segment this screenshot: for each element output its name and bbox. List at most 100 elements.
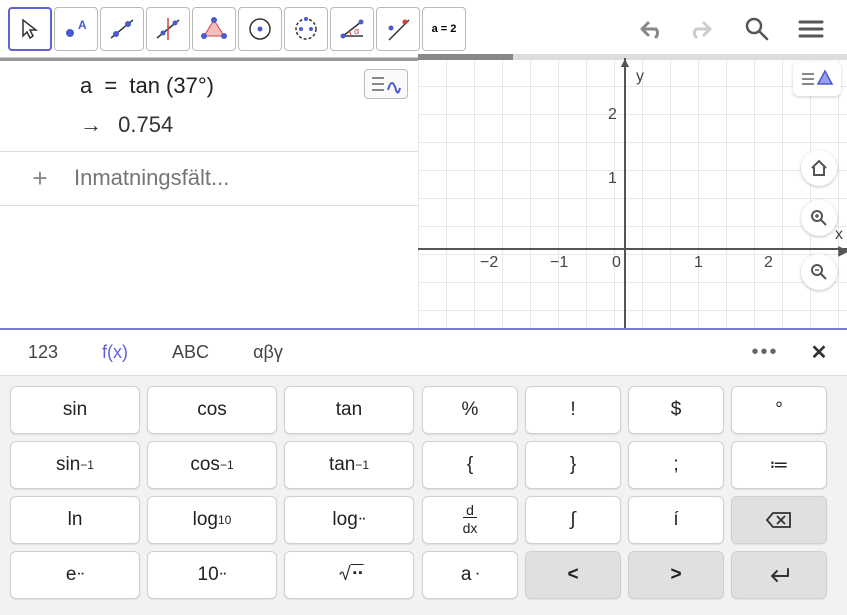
add-item-button[interactable]: + xyxy=(6,163,74,194)
key-iacute[interactable]: í xyxy=(628,496,724,544)
undo-icon xyxy=(634,17,664,41)
tool-reflect[interactable] xyxy=(376,7,420,51)
undo-button[interactable] xyxy=(631,11,667,47)
key-integral[interactable]: ∫ xyxy=(525,496,621,544)
keyboard-close-button[interactable]: ✕ xyxy=(801,335,837,371)
key-factorial[interactable]: ! xyxy=(525,386,621,434)
zoom-in-icon xyxy=(810,209,828,227)
keyboard-tabs: 123 f(x) ABC αβγ ••• ✕ xyxy=(0,330,847,376)
key-atan[interactable]: tan−1 xyxy=(284,441,414,489)
key-10pow[interactable]: 10⠒ xyxy=(147,551,277,599)
key-assign[interactable]: ≔ xyxy=(731,441,827,489)
algebra-input[interactable] xyxy=(74,165,412,191)
tool-slider[interactable]: a = 2 xyxy=(422,7,466,51)
tool-move[interactable] xyxy=(8,7,52,51)
tab-abc[interactable]: ABC xyxy=(154,334,227,371)
tab-greek[interactable]: αβγ xyxy=(235,334,301,371)
algebra-view: a = tan (37°) → 0.754 + xyxy=(0,58,418,328)
keyboard-functions: sin cos tan sin−1 cos−1 tan−1 ln log10 l… xyxy=(10,386,414,605)
perpendicular-icon xyxy=(153,14,183,44)
x-axis-arrow: ▶ xyxy=(838,242,847,259)
home-button[interactable] xyxy=(801,150,837,186)
tool-line[interactable] xyxy=(100,7,144,51)
key-subscript[interactable]: a⠐ xyxy=(422,551,518,599)
key-epow[interactable]: e⠒ xyxy=(10,551,140,599)
tool-circle[interactable] xyxy=(238,7,282,51)
key-backspace[interactable] xyxy=(731,496,827,544)
menu-button[interactable] xyxy=(793,11,829,47)
keyboard-symbols: % ! $ ° { } ; ≔ ddx ∫ í a⠐ < > xyxy=(422,386,827,605)
y-axis-arrow: ▲ xyxy=(618,54,632,70)
tab-fx[interactable]: f(x) xyxy=(84,334,146,371)
redo-button[interactable] xyxy=(685,11,721,47)
zoom-in-button[interactable] xyxy=(801,200,837,236)
tool-ellipse[interactable] xyxy=(284,7,328,51)
line-icon xyxy=(107,14,137,44)
expression-line: a = tan (37°) xyxy=(80,71,412,102)
graphics-style-button[interactable] xyxy=(793,62,841,96)
top-toolbar: A α a = 2 xyxy=(0,0,847,58)
tool-perpendicular[interactable] xyxy=(146,7,190,51)
output-toggle[interactable] xyxy=(364,69,408,99)
scrollbar-indicator xyxy=(418,54,847,60)
tick-y: 2 xyxy=(608,106,617,124)
tick-y: 1 xyxy=(608,170,617,188)
style-icon xyxy=(800,68,834,90)
reflect-icon xyxy=(383,14,413,44)
tick-x: 2 xyxy=(764,254,773,272)
input-row[interactable]: + xyxy=(0,152,418,206)
key-acos[interactable]: cos−1 xyxy=(147,441,277,489)
key-rbrace[interactable]: } xyxy=(525,441,621,489)
svg-text:A: A xyxy=(78,18,87,32)
graphics-view[interactable]: ▶ ▲ y x −2 −1 0 1 2 1 2 xyxy=(418,58,847,328)
backspace-icon xyxy=(766,511,792,529)
algebra-item[interactable]: a = tan (37°) → 0.754 xyxy=(0,58,418,152)
key-tan[interactable]: tan xyxy=(284,386,414,434)
key-sin[interactable]: sin xyxy=(10,386,140,434)
key-logn[interactable]: log⠒ xyxy=(284,496,414,544)
key-log10[interactable]: log10 xyxy=(147,496,277,544)
tick-x: −1 xyxy=(550,254,568,272)
visibility-marble[interactable] xyxy=(6,71,74,77)
keyboard-more-button[interactable]: ••• xyxy=(747,335,783,371)
search-icon xyxy=(743,15,771,43)
key-percent[interactable]: % xyxy=(422,386,518,434)
zoom-out-icon xyxy=(810,263,828,281)
tool-angle[interactable]: α xyxy=(330,7,374,51)
key-cos[interactable]: cos xyxy=(147,386,277,434)
redo-icon xyxy=(688,17,718,41)
svg-text:α: α xyxy=(354,26,359,36)
key-asin[interactable]: sin−1 xyxy=(10,441,140,489)
tick-x: 1 xyxy=(694,254,703,272)
symbolic-toggle-icon xyxy=(370,74,402,94)
home-icon xyxy=(810,159,828,177)
tick-x: 0 xyxy=(612,254,621,272)
tool-polygon[interactable] xyxy=(192,7,236,51)
key-left[interactable]: < xyxy=(525,551,621,599)
key-nroot[interactable]: ⠐√⠒ xyxy=(284,551,414,599)
key-lbrace[interactable]: { xyxy=(422,441,518,489)
main-content: a = tan (37°) → 0.754 + xyxy=(0,58,847,330)
result-line: → 0.754 xyxy=(80,110,412,141)
angle-icon: α xyxy=(337,14,367,44)
key-right[interactable]: > xyxy=(628,551,724,599)
ellipse-icon xyxy=(291,14,321,44)
x-axis xyxy=(418,248,847,250)
key-ln[interactable]: ln xyxy=(10,496,140,544)
circle-icon xyxy=(245,14,275,44)
search-button[interactable] xyxy=(739,11,775,47)
key-derivative[interactable]: ddx xyxy=(422,496,518,544)
key-degree[interactable]: ° xyxy=(731,386,827,434)
tab-123[interactable]: 123 xyxy=(10,334,76,371)
slider-label: a = 2 xyxy=(432,23,457,35)
key-dollar[interactable]: $ xyxy=(628,386,724,434)
y-axis xyxy=(624,58,626,328)
enter-icon xyxy=(768,567,790,583)
x-axis-label: x xyxy=(835,226,843,244)
tick-x: −2 xyxy=(480,254,498,272)
keyboard-panel: sin cos tan sin−1 cos−1 tan−1 ln log10 l… xyxy=(0,376,847,615)
key-enter[interactable] xyxy=(731,551,827,599)
zoom-out-button[interactable] xyxy=(801,254,837,290)
key-semicolon[interactable]: ; xyxy=(628,441,724,489)
tool-point[interactable]: A xyxy=(54,7,98,51)
